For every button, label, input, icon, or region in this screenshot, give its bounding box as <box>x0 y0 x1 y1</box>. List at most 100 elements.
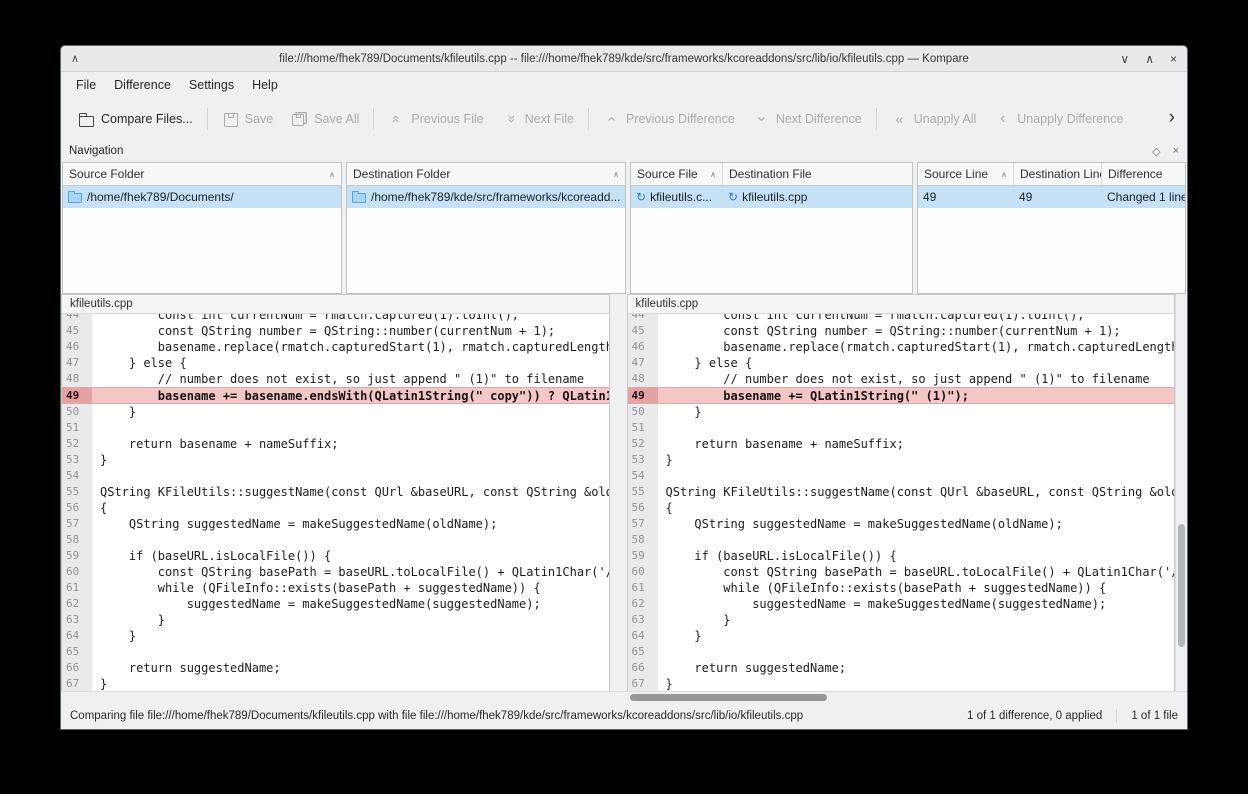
dock-float-icon[interactable]: ◇ <box>1152 145 1160 158</box>
line-number: 46 <box>628 339 658 355</box>
unapply-all-button[interactable]: Unapply All <box>882 104 986 135</box>
vertical-scrollbar[interactable] <box>1175 294 1187 691</box>
diff-view: kfileutils.cpp 44 const int currentNum =… <box>61 294 1187 691</box>
next-file-button[interactable]: Next File <box>493 104 583 135</box>
code-text: suggestedName = makeSuggestedName(sugges… <box>658 596 1175 612</box>
code-text <box>92 644 609 660</box>
line-number: 47 <box>628 355 658 371</box>
code-text: } else { <box>658 355 1175 371</box>
previous-difference-button[interactable]: Previous Difference <box>594 104 744 135</box>
line-number: 60 <box>628 564 658 580</box>
code-text: QString suggestedName = makeSuggestedNam… <box>92 516 609 532</box>
code-line: 52 return basename + nameSuffix; <box>62 436 609 452</box>
code-line: 48 // number does not exist, so just app… <box>628 371 1175 387</box>
toolbar-button-label: Unapply Difference <box>1017 112 1123 126</box>
code-text: const int currentNum = rmatch.captured(1… <box>92 314 609 323</box>
minimize-icon[interactable]: ∨ <box>1120 52 1129 66</box>
line-number: 67 <box>62 676 92 691</box>
difference-row[interactable]: 49 49 Changed 1 line <box>918 186 1185 208</box>
line-number: 60 <box>62 564 92 580</box>
changed-code-line[interactable]: 49 basename += QLatin1String(" (1)"); <box>628 387 1175 404</box>
destination-line-header[interactable]: Destination Line <box>1014 163 1102 185</box>
toolbar-overflow-button[interactable]: › <box>1159 107 1179 132</box>
line-number: 48 <box>628 371 658 387</box>
sort-asc-icon: ∧ <box>704 170 716 179</box>
save-all-button[interactable]: Save All <box>282 104 368 135</box>
code-line: 55QString KFileUtils::suggestName(const … <box>628 484 1175 500</box>
code-line: 66 return suggestedName; <box>628 660 1175 676</box>
line-number: 67 <box>628 676 658 691</box>
code-line: 50 } <box>628 404 1175 420</box>
diff-pane-right: kfileutils.cpp 44 const int currentNum =… <box>627 294 1176 691</box>
menu-settings[interactable]: Settings <box>180 74 243 96</box>
source-code-view[interactable]: 44 const int currentNum = rmatch.capture… <box>62 314 609 691</box>
file-pair-row[interactable]: ↻ kfileutils.c... ↻ kfileutils.cpp <box>631 186 912 208</box>
horizontal-scrollbar[interactable] <box>61 691 1187 703</box>
line-number: 58 <box>62 532 92 548</box>
line-number: 54 <box>62 468 92 484</box>
save-button[interactable]: Save <box>213 104 283 135</box>
menu-file[interactable]: File <box>67 74 105 96</box>
save-all-icon <box>291 111 308 128</box>
menu-difference[interactable]: Difference <box>105 74 180 96</box>
source-file-header[interactable]: Source File ∧ <box>631 163 723 185</box>
code-text: } <box>92 612 609 628</box>
destination-code-view[interactable]: 44 const int currentNum = rmatch.capture… <box>628 314 1175 691</box>
navigation-dock-titlebar: Navigation ◇ × <box>61 140 1187 162</box>
vertical-scrollbar-thumb[interactable] <box>1178 524 1185 647</box>
toolbar-separator <box>207 108 208 130</box>
previous-file-button[interactable]: Previous File <box>379 104 492 135</box>
destination-folder-header[interactable]: Destination Folder ∧ <box>347 163 625 185</box>
code-text: // number does not exist, so just append… <box>92 371 609 387</box>
code-line: 65 <box>62 644 609 660</box>
horizontal-scrollbar-thumb[interactable] <box>630 694 827 701</box>
toolbar-button-label: Unapply All <box>914 112 977 126</box>
file-changed-icon: ↻ <box>728 190 738 204</box>
next-difference-button[interactable]: Next Difference <box>744 104 871 135</box>
unapply-difference-button[interactable]: Unapply Difference <box>985 104 1132 135</box>
code-line: 52 return basename + nameSuffix; <box>628 436 1175 452</box>
code-line: 62 suggestedName = makeSuggestedName(sug… <box>628 596 1175 612</box>
difference-header[interactable]: Difference <box>1102 163 1185 185</box>
code-line: 45 const QString number = QString::numbe… <box>628 323 1175 339</box>
toolbar-button-label: Save All <box>314 112 359 126</box>
code-text: } <box>92 404 609 420</box>
line-number: 45 <box>628 323 658 339</box>
line-number: 57 <box>628 516 658 532</box>
destination-file-header[interactable]: Destination File <box>723 163 912 185</box>
title-bar: ∧ file:///home/fhek789/Documents/kfileut… <box>61 46 1187 72</box>
code-line: 54 <box>62 468 609 484</box>
line-number: 63 <box>628 612 658 628</box>
code-line: 46 basename.replace(rmatch.capturedStart… <box>62 339 609 355</box>
sort-asc-icon: ∧ <box>607 170 619 179</box>
code-text: const QString number = QString::number(c… <box>92 323 609 339</box>
toolbar-button-label: Compare Files... <box>101 112 193 126</box>
code-line: 58 <box>62 532 609 548</box>
destination-folder-row[interactable]: /home/fhek789/kde/src/frameworks/kcoread… <box>347 186 625 208</box>
compare-files-button[interactable]: Compare Files... <box>69 104 202 135</box>
menu-bar: FileDifferenceSettingsHelp <box>61 72 1187 98</box>
source-folder-row[interactable]: /home/fhek789/Documents/ <box>63 186 341 208</box>
menu-help[interactable]: Help <box>243 74 287 96</box>
status-files: 1 of 1 file <box>1131 710 1178 722</box>
source-line-header[interactable]: Source Line ∧ <box>918 163 1014 185</box>
pane-splitter[interactable] <box>610 294 627 691</box>
changed-code-line[interactable]: 49 basename += basename.endsWith(QLatin1… <box>62 387 609 404</box>
code-text: const QString basePath = baseURL.toLocal… <box>92 564 609 580</box>
code-text: basename += QLatin1String(" (1)"); <box>658 388 1175 403</box>
code-text: } <box>92 628 609 644</box>
line-number: 51 <box>628 420 658 436</box>
code-line: 60 const QString basePath = baseURL.toLo… <box>628 564 1175 580</box>
source-folder-header[interactable]: Source Folder ∧ <box>63 163 341 185</box>
code-line: 65 <box>628 644 1175 660</box>
code-text: return basename + nameSuffix; <box>92 436 609 452</box>
dock-close-icon[interactable]: × <box>1173 145 1179 158</box>
code-text: } <box>658 612 1175 628</box>
code-line: 57 QString suggestedName = makeSuggested… <box>628 516 1175 532</box>
code-line: 44 const int currentNum = rmatch.capture… <box>628 314 1175 323</box>
code-text: { <box>92 500 609 516</box>
maximize-icon[interactable]: ∧ <box>1145 52 1154 66</box>
save-icon <box>222 111 239 128</box>
code-text: // number does not exist, so just append… <box>658 371 1175 387</box>
close-icon[interactable]: × <box>1170 52 1177 66</box>
